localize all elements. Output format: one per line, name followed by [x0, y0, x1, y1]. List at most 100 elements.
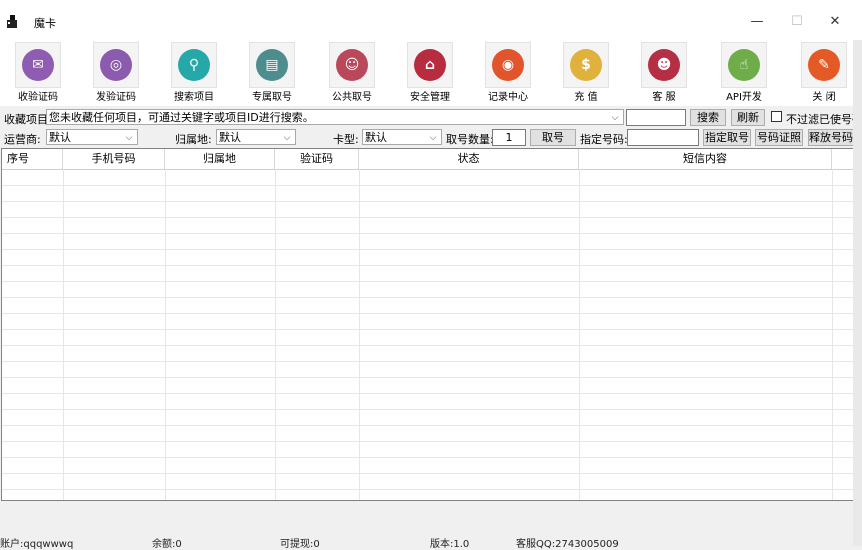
security-label: 安全管理 [410, 92, 450, 103]
api-dev-button[interactable]: ☝ API开发 [720, 42, 768, 104]
column-header-phone[interactable]: 手机号码 [63, 149, 165, 169]
column-header-code[interactable]: 验证码 [275, 149, 359, 169]
favorites-label: 收藏项目 [4, 113, 48, 126]
release-number-button[interactable]: 释放号码 [808, 129, 854, 146]
close-label: 关 闭 [812, 92, 836, 103]
recharge-button[interactable]: $ 充 值 [562, 42, 610, 104]
record-center-button[interactable]: ◉ 记录中心 [484, 42, 532, 104]
pen-icon: ✎ [808, 49, 840, 81]
column-header-region[interactable]: 归属地 [165, 149, 275, 169]
send-code-button[interactable]: ◎ 发验证码 [92, 42, 140, 104]
favorites-combo-value: 您未收藏任何项目，可通过关键字或项目ID进行搜索。 [49, 111, 314, 124]
recharge-label: 充 值 [574, 92, 598, 103]
table-row-divider [2, 185, 856, 186]
favorites-combo[interactable]: 您未收藏任何项目，可通过关键字或项目ID进行搜索。 ⌵ [46, 109, 624, 125]
number-export-button[interactable]: 号码证照 [755, 129, 803, 146]
search-input[interactable] [626, 109, 686, 126]
refresh-button[interactable]: 刷新 [731, 109, 765, 126]
count-label: 取号数量: [446, 133, 494, 146]
chevron-down-icon: ⌵ [125, 133, 133, 143]
globe-icon: ◎ [100, 49, 132, 81]
filter-used-label: 不过滤已使号码 [786, 113, 862, 126]
status-version: 版本:1.0 [430, 539, 470, 550]
table-row-divider [2, 393, 856, 394]
customer-service-icon-box: ☻ [641, 42, 687, 88]
face-icon: ☺ [336, 49, 368, 81]
card-type-select-value: 默认 [365, 131, 387, 144]
search-button[interactable]: 搜索 [690, 109, 726, 126]
region-select[interactable]: 默认 ⌵ [216, 129, 296, 145]
get-number-button[interactable]: 取号 [530, 129, 576, 146]
column-header-index[interactable]: 序号 [2, 149, 63, 169]
record-center-icon-box: ◉ [485, 42, 531, 88]
carrier-select-value: 默认 [49, 131, 71, 144]
table-row-divider [2, 265, 856, 266]
close-button[interactable]: ✎ 关 闭 [800, 42, 848, 104]
search-icon: ⚲ [178, 49, 210, 81]
customer-service-button[interactable]: ☻ 客 服 [640, 42, 688, 104]
mail-icon: ✉ [22, 49, 54, 81]
table-row-divider [2, 345, 856, 346]
table-row-divider [2, 233, 856, 234]
table-row-divider [2, 425, 856, 426]
minimize-button[interactable]: — [742, 10, 772, 34]
coin-icon-glyph: $ [581, 57, 591, 73]
count-input[interactable]: 1 [492, 129, 526, 146]
recharge-icon-box: $ [563, 42, 609, 88]
table-row-divider [2, 281, 856, 282]
table-column-divider [359, 169, 360, 500]
security-icon-box: ⌂ [407, 42, 453, 88]
receive-code-button[interactable]: ✉ 收验证码 [14, 42, 62, 104]
column-header-status[interactable]: 状态 [359, 149, 579, 169]
chevron-down-icon: ⌵ [283, 133, 291, 143]
filter-used-checkbox[interactable] [771, 111, 782, 122]
title-bar: 魔卡 — ☐ ✕ [0, 0, 862, 40]
coin-icon: $ [570, 49, 602, 81]
search-icon-glyph: ⚲ [188, 57, 200, 73]
table-row-divider [2, 489, 856, 490]
status-bar: 账户:qqqwwwq 余额:0 可提现:0 版本:1.0 客服QQ:274300… [0, 532, 862, 550]
security-button[interactable]: ⌂ 安全管理 [406, 42, 454, 104]
table-column-divider [165, 169, 166, 500]
api-dev-label: API开发 [726, 92, 762, 103]
chevron-down-icon: ⌵ [611, 113, 619, 123]
carrier-select[interactable]: 默认 ⌵ [46, 129, 138, 145]
table-row-divider [2, 377, 856, 378]
search-project-button[interactable]: ⚲ 搜索项目 [170, 42, 218, 104]
table-row-divider [2, 473, 856, 474]
exclusive-number-button[interactable]: ▤ 专属取号 [248, 42, 296, 104]
app-icon [7, 15, 17, 28]
public-number-button[interactable]: ☺ 公共取号 [328, 42, 376, 104]
close-window-button[interactable]: ✕ [820, 10, 850, 34]
shop-icon-glyph: ⌂ [424, 57, 436, 73]
main-toolbar: ✉ 收验证码 ◎ 发验证码 ⚲ 搜索项目 ▤ 专属取号 ☺ 公共取号 ⌂ 安全管理 ◉ 记录中心 $ 充 值 ☻… [0, 40, 862, 106]
chevron-down-icon: ⌵ [429, 133, 437, 143]
globe-icon-glyph: ◎ [109, 57, 123, 73]
target-icon: ◉ [492, 49, 524, 81]
table-row-divider [2, 201, 856, 202]
table-row-divider [2, 457, 856, 458]
table-row-divider [2, 313, 856, 314]
receive-code-icon-box: ✉ [15, 42, 61, 88]
specify-get-button[interactable]: 指定取号 [703, 129, 751, 146]
customer-service-label: 客 服 [652, 92, 676, 103]
close-icon-box: ✎ [801, 42, 847, 88]
maximize-button[interactable]: ☐ [782, 10, 812, 34]
send-code-icon-box: ◎ [93, 42, 139, 88]
specify-number-input[interactable] [627, 129, 699, 146]
column-header-sms[interactable]: 短信内容 [579, 149, 832, 169]
table-row-divider [2, 217, 856, 218]
target-icon-glyph: ◉ [501, 57, 515, 73]
search-project-icon-box: ⚲ [171, 42, 217, 88]
support-icon-glyph: ☻ [656, 57, 672, 73]
card-type-select[interactable]: 默认 ⌵ [362, 129, 442, 145]
record-center-label: 记录中心 [488, 92, 528, 103]
status-account: 账户:qqqwwwq [0, 539, 74, 550]
receive-code-label: 收验证码 [18, 92, 58, 103]
exclusive-number-label: 专属取号 [252, 92, 292, 103]
face-icon-glyph: ☺ [344, 57, 360, 73]
search-project-label: 搜索项目 [174, 92, 214, 103]
header-divider [2, 169, 856, 170]
support-icon: ☻ [648, 49, 680, 81]
number-table[interactable]: 序号 手机号码 归属地 验证码 状态 短信内容 [1, 148, 857, 501]
